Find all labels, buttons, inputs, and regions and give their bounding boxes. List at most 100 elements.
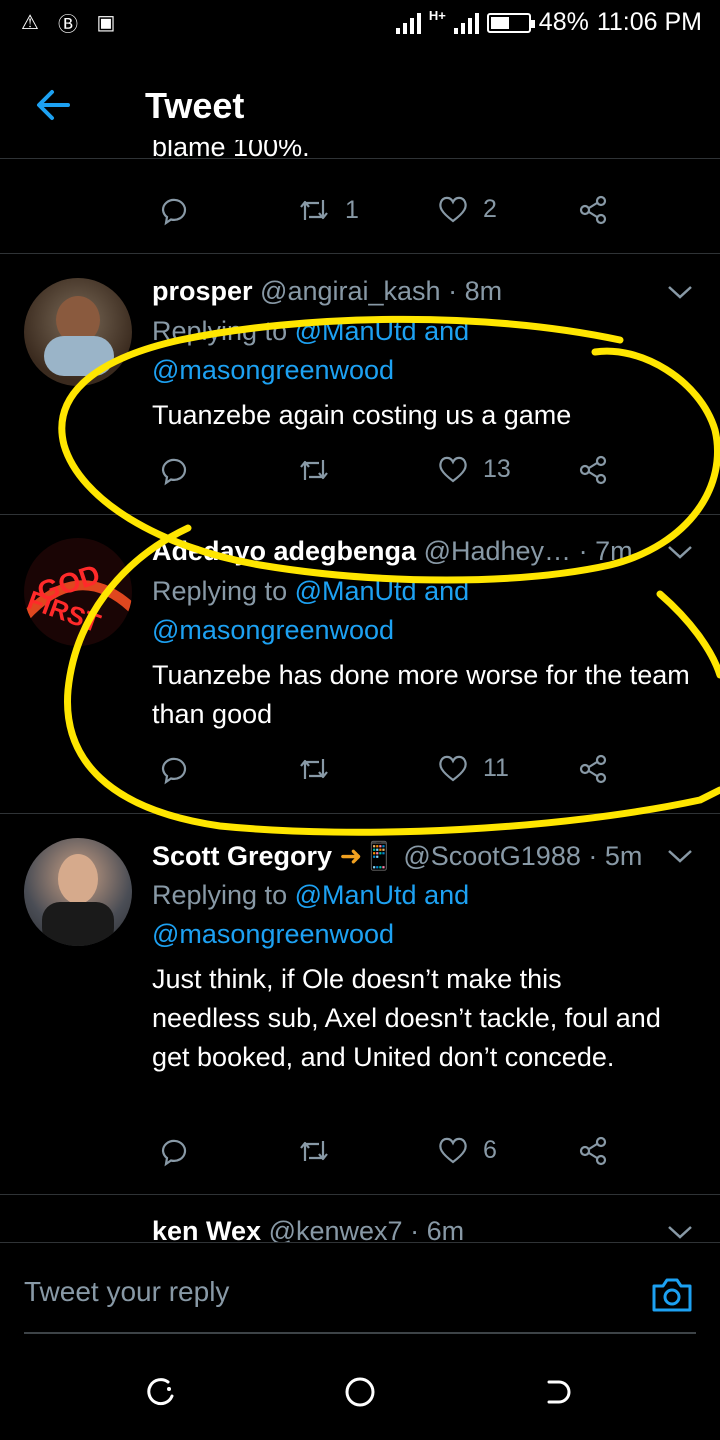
user-handle[interactable]: @Hadhey… [424, 536, 571, 566]
and-link[interactable]: and [424, 316, 469, 346]
retweet-button[interactable]: 1 [297, 194, 359, 226]
retweet-icon [300, 200, 328, 220]
retweet-button[interactable] [297, 753, 331, 785]
like-icon [439, 196, 467, 223]
and-link[interactable]: and [424, 576, 469, 606]
retweet-button[interactable] [297, 454, 331, 486]
retweet-icon [300, 460, 328, 480]
share-icon [579, 754, 607, 784]
share-icon [579, 1136, 607, 1166]
status-bar: ⚠ Ⓑ ▣ H+ 48% 11:06 PM [0, 0, 720, 50]
and-link[interactable]: and [424, 880, 469, 910]
tweet-user-line: Scott Gregory ➜📱 @ScootG1988 · 5m [152, 840, 642, 872]
divider [0, 514, 720, 515]
user-handle[interactable]: @ScootG1988 [403, 841, 581, 871]
reply-underline [24, 1332, 696, 1334]
tweet-time: · 8m [448, 276, 503, 306]
like-icon [439, 1137, 467, 1164]
signal-icon [395, 12, 421, 34]
reply-input[interactable]: Tweet your reply [24, 1276, 229, 1308]
mention-link[interactable]: @masongreenwood [152, 615, 394, 645]
user-handle[interactable]: @angirai_kash [260, 276, 441, 306]
replying-prefix: Replying to [152, 316, 288, 346]
avatar[interactable] [24, 278, 132, 386]
tweet-text: Tuanzebe has done more worse for the tea… [152, 660, 690, 729]
avatar[interactable]: GOD FIRST [24, 538, 132, 646]
replying-prefix: Replying to [152, 880, 288, 910]
status-right: H+ 48% 11:06 PM [395, 8, 702, 37]
reply-button[interactable] [157, 1135, 189, 1167]
divider [0, 1194, 720, 1195]
display-name[interactable]: Adedayo adegbenga [152, 536, 416, 566]
network-type: H+ [428, 8, 446, 23]
battery-icon [486, 12, 535, 33]
retweet-count: 1 [345, 195, 359, 224]
warning-icon: ⚠ [21, 11, 39, 34]
like-icon [439, 456, 467, 483]
reply-button[interactable] [157, 194, 189, 226]
like-count: 13 [483, 454, 511, 483]
status-left-icons: ⚠ Ⓑ ▣ [18, 10, 118, 36]
mention-link[interactable]: @ManUtd [295, 576, 417, 606]
retweet-icon [300, 759, 328, 779]
chevron-down-icon[interactable] [665, 846, 695, 866]
share-button[interactable] [577, 454, 609, 486]
mention-link[interactable]: @ManUtd [295, 316, 417, 346]
share-button[interactable] [577, 1135, 609, 1167]
tweet-text: Just think, if Ole doesn’t make this nee… [152, 964, 661, 1072]
reply-icon [161, 458, 187, 486]
tweet-user-line: Adedayo adegbenga @Hadhey… · 7m [152, 536, 633, 567]
retweet-button[interactable] [297, 1135, 331, 1167]
back-arrow-icon[interactable] [30, 80, 80, 130]
mention-link[interactable]: @masongreenwood [152, 919, 394, 949]
tweet-actions: 1 2 [152, 194, 632, 234]
partial-tweet-text-clip: blame 100%. [152, 140, 672, 160]
partial-tweet-text: blame 100%. [152, 140, 310, 160]
divider [0, 158, 720, 159]
display-name[interactable]: Scott Gregory [152, 841, 332, 871]
like-button[interactable]: 13 [437, 454, 511, 484]
page-title: Tweet [145, 85, 245, 126]
reply-button[interactable] [157, 454, 189, 486]
mention-link[interactable]: @ManUtd [295, 880, 417, 910]
like-button[interactable]: 6 [437, 1135, 497, 1165]
home-icon[interactable] [343, 1375, 377, 1409]
badge-emoji: ➜📱 [339, 841, 396, 871]
reply-icon [161, 757, 187, 785]
b-circle-icon: Ⓑ [58, 13, 78, 36]
replying-prefix: Replying to [152, 576, 288, 606]
signal-icon-2 [453, 12, 479, 34]
like-button[interactable]: 11 [437, 753, 509, 783]
share-icon [579, 455, 607, 485]
recents-icon[interactable] [144, 1376, 176, 1408]
like-icon [439, 755, 467, 782]
display-name[interactable]: prosper [152, 276, 253, 306]
god-first-logo: GOD FIRST [24, 558, 132, 638]
tweet-time: · 5m [588, 841, 643, 871]
reply-icon [161, 198, 187, 226]
mention-link[interactable]: @masongreenwood [152, 355, 394, 385]
camera-icon[interactable] [650, 1274, 694, 1314]
clock: 11:06 PM [596, 8, 702, 36]
back-icon[interactable] [543, 1376, 575, 1408]
share-button[interactable] [577, 753, 609, 785]
chevron-down-icon[interactable] [665, 282, 695, 302]
battery-percent: 48% [538, 8, 589, 36]
tweet-user-line: prosper @angirai_kash · 8m [152, 276, 502, 307]
reply-button[interactable] [157, 753, 189, 785]
replying-to: Replying to @ManUtd and @masongreenwood [152, 876, 672, 954]
chevron-down-icon[interactable] [665, 542, 695, 562]
retweet-icon [300, 1141, 328, 1161]
reply-icon [161, 1139, 187, 1167]
tweet-actions: 6 [152, 1135, 632, 1175]
avatar[interactable] [24, 838, 132, 946]
share-button[interactable] [577, 194, 609, 226]
replying-to: Replying to @ManUtd and @masongreenwood [152, 572, 672, 650]
tweet-time: · 7m [578, 536, 633, 566]
chevron-down-icon[interactable] [665, 1222, 695, 1242]
like-count: 11 [483, 753, 509, 782]
system-nav-bar [0, 1342, 720, 1440]
divider [0, 813, 720, 814]
divider [0, 253, 720, 254]
like-button[interactable]: 2 [437, 194, 497, 224]
